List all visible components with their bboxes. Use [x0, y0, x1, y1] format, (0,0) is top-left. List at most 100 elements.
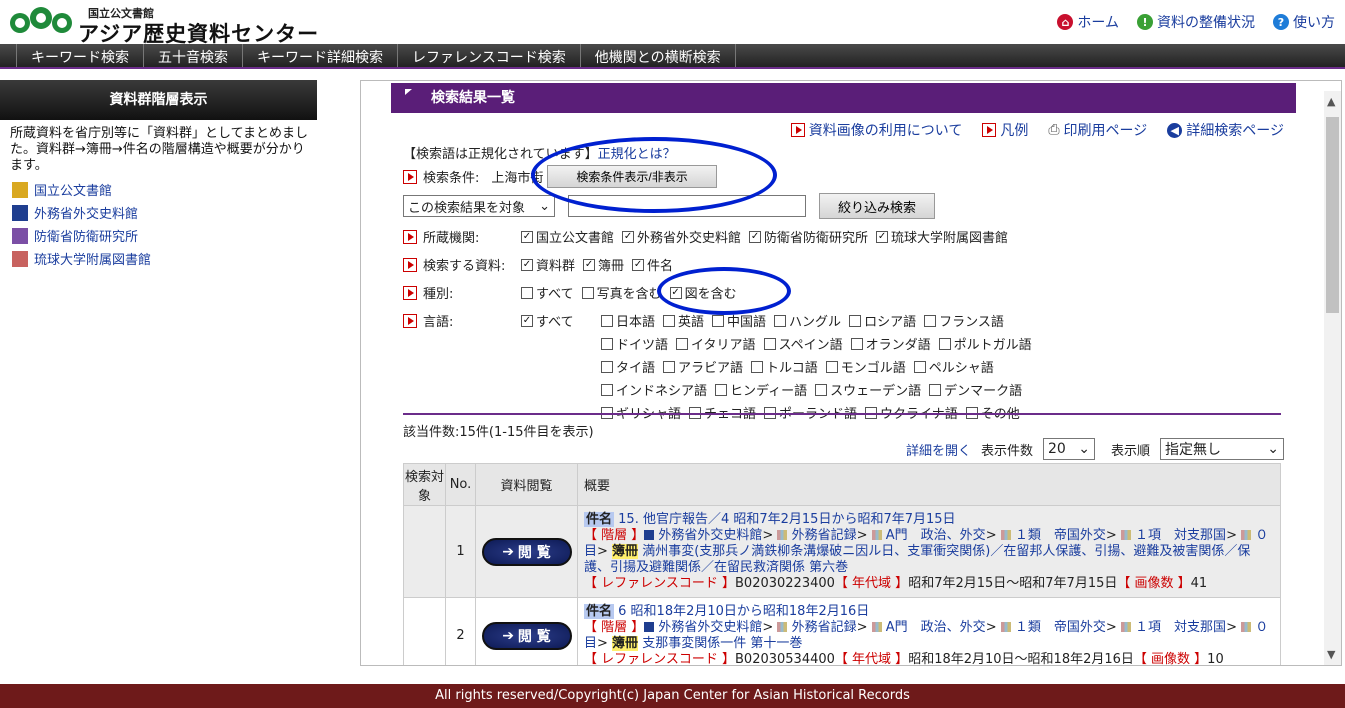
open-details-link[interactable]: 詳細を開く	[906, 440, 971, 459]
legend-item[interactable]: 琉球大学附属図書館	[12, 249, 318, 268]
home-link[interactable]: ⌂ ホーム	[1057, 12, 1119, 32]
status-link[interactable]: ! 資料の整備状況	[1137, 12, 1255, 32]
target-cell	[403, 597, 446, 665]
help-link[interactable]: ? 使い方	[1273, 12, 1335, 32]
lang-checkbox[interactable]: ペルシャ語	[913, 357, 994, 376]
nav-keyword-search[interactable]: キーワード検索	[16, 44, 144, 67]
print-link[interactable]: ⎙ 印刷用ページ	[1048, 120, 1147, 140]
sidebar-title: 資料群階層表示	[0, 80, 317, 120]
type-checkbox[interactable]: ✓ 簿冊	[583, 255, 624, 274]
scope-select[interactable]: この検索結果を対象 ⌄	[403, 195, 555, 217]
title-line: 件名 6 昭和18年2月10日から昭和18年2月16日	[584, 603, 1274, 620]
order-select[interactable]: 指定無し ⌄	[1160, 438, 1284, 460]
legend-item[interactable]: 防衛省防衛研究所	[12, 226, 318, 245]
lang-checkbox[interactable]: ハングル	[774, 311, 841, 330]
view-button[interactable]: ➔ 閲 覧	[481, 537, 572, 566]
lang-checkbox[interactable]: オランダ語	[850, 334, 931, 353]
lang-checkbox[interactable]: タイ語	[601, 357, 655, 376]
chevron-down-icon: ⌄	[539, 198, 550, 214]
lang-checkbox[interactable]: 日本語	[601, 311, 655, 330]
hierarchy-link[interactable]: 外務省外交史料館	[658, 620, 762, 635]
target-cell	[403, 505, 446, 598]
type-checkbox[interactable]: ✓ 件名	[632, 255, 673, 274]
kind-checkbox-all[interactable]: すべて	[521, 283, 574, 302]
hierarchy-link[interactable]: １類 帝国外交	[1015, 620, 1106, 635]
image-count: 10	[1207, 651, 1224, 666]
image-usage-link[interactable]: 資料画像の利用について	[790, 120, 962, 140]
hierarchy-link[interactable]: A門 政治、外交	[886, 620, 986, 635]
folder-icon	[1241, 621, 1252, 632]
order-label: 表示順	[1110, 443, 1150, 459]
lang-checkbox[interactable]: ヒンディー語	[715, 380, 807, 399]
detail-search-link[interactable]: ◀ 詳細検索ページ	[1167, 120, 1284, 140]
org-checkbox[interactable]: ✓ 防衛省防衛研究所	[749, 227, 868, 246]
view-button[interactable]: ➔ 閲 覧	[481, 621, 572, 650]
book-title-link[interactable]: 満州事変(支那兵ノ満鉄柳条溝爆破ニ因ル日、支軍衝突関係)／在留邦人保護、引揚、避…	[584, 544, 1250, 575]
record-title-link[interactable]: 6 昭和18年2月10日から昭和18年2月16日	[618, 604, 869, 619]
annotation-ellipse-figure	[657, 267, 791, 315]
org-checkbox[interactable]: ✓ 国立公文書館	[521, 227, 614, 246]
legend-label[interactable]: 外務省外交史料館	[34, 203, 138, 222]
nav-cross-search[interactable]: 他機関との横断検索	[581, 44, 736, 67]
results-panel: 検索結果一覧 資料画像の利用について 凡例 ⎙ 印刷用ページ ◀ 詳細検索ページ 【…	[391, 83, 1296, 665]
lang-checkbox[interactable]: デンマーク語	[929, 380, 1022, 399]
view-cell: ➔ 閲 覧	[475, 505, 578, 598]
legend-label[interactable]: 琉球大学附属図書館	[34, 249, 151, 268]
nav-refcode-search[interactable]: レファレンスコード検索	[398, 44, 581, 67]
scroll-up-icon[interactable]: ▲	[1327, 95, 1335, 108]
refine-button[interactable]: 絞り込み検索	[819, 193, 936, 219]
lang-checkbox[interactable]: ドイツ語	[601, 334, 668, 353]
lang-checkbox[interactable]: イタリア語	[676, 334, 756, 353]
legend-item[interactable]: 外務省外交史料館	[12, 203, 318, 222]
legend-label[interactable]: 国立公文書館	[34, 180, 112, 199]
legend-link[interactable]: 凡例	[982, 120, 1028, 140]
legend-label[interactable]: 防衛省防衛研究所	[34, 226, 138, 245]
hierarchy-link[interactable]: １類 帝国外交	[1015, 528, 1106, 543]
lang-checkbox[interactable]: スペイン語	[763, 334, 843, 353]
type-checkbox[interactable]: ✓ 資料群	[521, 255, 575, 274]
lang-checkbox[interactable]: 英語	[663, 311, 704, 330]
lang-checkbox-label: トルコ語	[766, 361, 818, 376]
record-title-link[interactable]: 15. 他官庁報告／4 昭和7年2月15日から昭和7年7月15日	[618, 512, 955, 527]
lang-checkbox-label: インドネシア語	[616, 384, 708, 399]
org-checkbox[interactable]: ✓ 琉球大学附属図書館	[876, 227, 1008, 246]
checkbox-box	[715, 383, 728, 396]
lang-label: 言語:	[423, 315, 454, 330]
lang-checkbox[interactable]: アラビア語	[663, 357, 743, 376]
hierarchy-link[interactable]: A門 政治、外交	[886, 528, 986, 543]
lang-checkbox[interactable]: インドネシア語	[601, 380, 707, 399]
hierarchy-link[interactable]: 外務省記録	[792, 528, 857, 543]
book-title-link[interactable]: 支那事変関係一件 第十一巻	[642, 636, 802, 651]
legend-item[interactable]: 国立公文書館	[12, 180, 318, 199]
meta-line: 【 レファレンスコード 】B02030223400【 年代域 】昭和7年2月15…	[584, 576, 1274, 592]
lang-checkbox[interactable]: フランス語	[924, 311, 1004, 330]
nav-syllabary-search[interactable]: 五十音検索	[144, 44, 243, 67]
arrow-right-icon: ➔	[502, 543, 514, 560]
hierarchy-link[interactable]: 外務省外交史料館	[658, 528, 762, 543]
scroll-down-icon[interactable]: ▼	[1327, 648, 1335, 661]
lang-checkbox-all[interactable]: ✓ すべて	[521, 311, 593, 330]
legend-swatch	[12, 227, 28, 244]
folder-icon	[1120, 529, 1131, 540]
checkbox-box	[581, 286, 594, 299]
lang-checkbox[interactable]: ポルトガル語	[938, 334, 1032, 353]
per-page-select[interactable]: 20 ⌄	[1042, 438, 1095, 460]
lang-checkbox[interactable]: モンゴル語	[825, 357, 906, 376]
sidebar: 資料群階層表示 所蔵資料を省庁別等に「資料群」としてまとめました。資料群→簿冊→…	[0, 80, 318, 272]
hierarchy-link[interactable]: 外務省記録	[792, 620, 857, 635]
lang-checkbox[interactable]: スウェーデン語	[815, 380, 921, 399]
checkbox-box: ✓	[521, 230, 533, 243]
checkbox-box	[924, 314, 937, 327]
lang-checkbox-label: モンゴル語	[840, 361, 906, 376]
site-logo[interactable]: 国立公文書館 アジア歴史資料センター	[8, 4, 378, 46]
hierarchy-link[interactable]: １項 対支那国	[1135, 620, 1226, 635]
kind-checkbox-photo[interactable]: 写真を含む	[581, 283, 662, 302]
lang-checkbox[interactable]: ロシア語	[849, 311, 916, 330]
chevron-down-icon: ⌄	[1267, 441, 1279, 457]
scroll-thumb[interactable]	[1326, 117, 1339, 313]
org-checkbox[interactable]: ✓ 外務省外交史料館	[622, 227, 741, 246]
nav-detailed-search[interactable]: キーワード詳細検索	[243, 44, 398, 67]
hierarchy-link[interactable]: １項 対支那国	[1135, 528, 1226, 543]
vertical-scrollbar[interactable]: ▲ ▼	[1324, 91, 1341, 665]
lang-checkbox[interactable]: トルコ語	[751, 357, 818, 376]
